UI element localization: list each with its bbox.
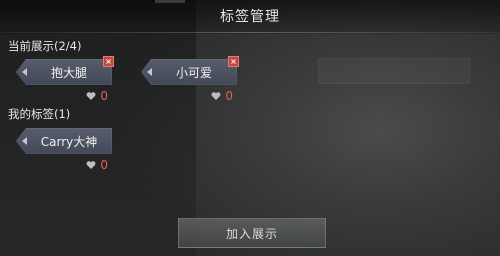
add-to-display-button[interactable]: 加入展示 [178,218,326,248]
tag-chip[interactable]: 抱大腿 [16,59,112,85]
page-title: 标签管理 [220,9,280,25]
tag-likes: 0 [86,89,108,103]
tag-chip[interactable]: 小可爱 [141,59,237,85]
remove-tag-button[interactable]: × [103,56,114,67]
display-tag-item: 抱大腿 × 0 [16,56,114,111]
heart-icon [86,92,96,100]
display-tag-item: 小可爱 × 0 [141,56,239,111]
my-tags-section-label: 我的标签(1) [8,107,71,121]
like-count: 0 [100,158,108,172]
heart-icon [86,161,96,169]
close-icon: × [105,57,112,66]
close-icon: × [230,57,237,66]
my-tag-item: Carry大神 0 [16,128,112,180]
tag-likes: 0 [211,89,233,103]
like-count: 0 [100,89,108,103]
like-count: 0 [225,89,233,103]
tag-label: Carry大神 [40,135,98,149]
tag-chip[interactable]: Carry大神 [16,128,112,154]
background-decoration [318,58,470,84]
display-section-label: 当前展示(2/4) [8,39,82,53]
tag-label: 小可爱 [175,66,212,80]
header-decoration [155,0,185,3]
tag-label: 抱大腿 [50,66,87,80]
header-divider [0,32,500,33]
tag-likes: 0 [86,158,108,172]
tag-management-screen: 标签管理 当前展示(2/4) 抱大腿 × 0 小可爱 × 0 我的标签(1) C… [0,0,500,256]
remove-tag-button[interactable]: × [228,56,239,67]
heart-icon [211,92,221,100]
